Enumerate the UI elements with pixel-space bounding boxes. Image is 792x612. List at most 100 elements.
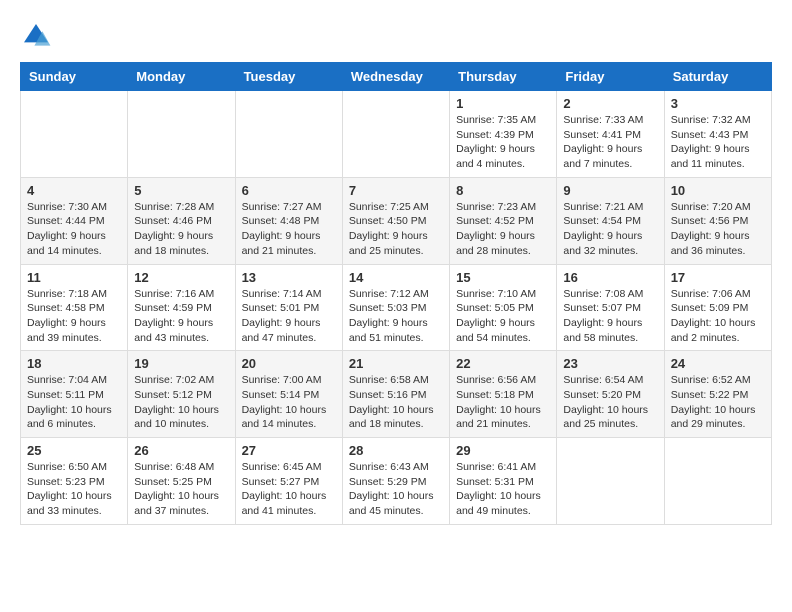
calendar-cell: 4Sunrise: 7:30 AM Sunset: 4:44 PM Daylig… [21, 177, 128, 264]
cell-day-number: 19 [134, 356, 228, 371]
cell-day-number: 23 [563, 356, 657, 371]
header-saturday: Saturday [664, 63, 771, 91]
cell-day-number: 21 [349, 356, 443, 371]
cell-info-text: Sunrise: 7:08 AM Sunset: 5:07 PM Dayligh… [563, 287, 657, 346]
cell-info-text: Sunrise: 7:12 AM Sunset: 5:03 PM Dayligh… [349, 287, 443, 346]
cell-day-number: 5 [134, 183, 228, 198]
cell-day-number: 13 [242, 270, 336, 285]
page-header [20, 20, 772, 52]
calendar-cell: 22 Sunrise: 6:56 AM Sunset: 5:18 PM Dayli… [450, 351, 557, 438]
cell-day-number: 24 [671, 356, 765, 371]
calendar-row-5: 25 Sunrise: 6:50 AM Sunset: 5:23 PM Dayli… [21, 438, 772, 525]
cell-info-text: Sunrise: 6:54 AM Sunset: 5:20 PM Dayligh… [563, 373, 657, 432]
cell-info-text: Sunrise: 6:50 AM Sunset: 5:23 PM Dayligh… [27, 460, 121, 519]
logo [20, 20, 56, 52]
cell-info-text: Sunrise: 7:06 AM Sunset: 5:09 PM Dayligh… [671, 287, 765, 346]
header-friday: Friday [557, 63, 664, 91]
calendar-cell: 25 Sunrise: 6:50 AM Sunset: 5:23 PM Dayli… [21, 438, 128, 525]
cell-info-text: Sunrise: 7:35 AM Sunset: 4:39 PM Dayligh… [456, 113, 550, 172]
cell-info-text: Sunrise: 7:02 AM Sunset: 5:12 PM Dayligh… [134, 373, 228, 432]
calendar-cell: 21 Sunrise: 6:58 AM Sunset: 5:16 PM Dayli… [342, 351, 449, 438]
cell-day-number: 28 [349, 443, 443, 458]
cell-day-number: 15 [456, 270, 550, 285]
cell-day-number: 2 [563, 96, 657, 111]
calendar-cell: 28 Sunrise: 6:43 AM Sunset: 5:29 PM Dayli… [342, 438, 449, 525]
cell-info-text: Sunrise: 7:23 AM Sunset: 4:52 PM Dayligh… [456, 200, 550, 259]
cell-info-text: Sunrise: 7:14 AM Sunset: 5:01 PM Dayligh… [242, 287, 336, 346]
cell-info-text: Sunrise: 7:25 AM Sunset: 4:50 PM Dayligh… [349, 200, 443, 259]
cell-day-number: 17 [671, 270, 765, 285]
calendar-cell: 14 Sunrise: 7:12 AM Sunset: 5:03 PM Dayli… [342, 264, 449, 351]
cell-day-number: 25 [27, 443, 121, 458]
calendar-row-3: 11 Sunrise: 7:18 AM Sunset: 4:58 PM Dayli… [21, 264, 772, 351]
cell-info-text: Sunrise: 6:41 AM Sunset: 5:31 PM Dayligh… [456, 460, 550, 519]
cell-day-number: 4 [27, 183, 121, 198]
header-monday: Monday [128, 63, 235, 91]
calendar-cell: 10Sunrise: 7:20 AM Sunset: 4:56 PM Dayli… [664, 177, 771, 264]
cell-day-number: 1 [456, 96, 550, 111]
cell-info-text: Sunrise: 7:10 AM Sunset: 5:05 PM Dayligh… [456, 287, 550, 346]
cell-day-number: 26 [134, 443, 228, 458]
calendar-cell [21, 91, 128, 178]
calendar-cell: 26 Sunrise: 6:48 AM Sunset: 5:25 PM Dayli… [128, 438, 235, 525]
cell-day-number: 29 [456, 443, 550, 458]
calendar-cell: 12 Sunrise: 7:16 AM Sunset: 4:59 PM Dayli… [128, 264, 235, 351]
calendar-row-4: 18 Sunrise: 7:04 AM Sunset: 5:11 PM Dayli… [21, 351, 772, 438]
cell-info-text: Sunrise: 7:32 AM Sunset: 4:43 PM Dayligh… [671, 113, 765, 172]
calendar-cell: 6 Sunrise: 7:27 AM Sunset: 4:48 PM Daylig… [235, 177, 342, 264]
cell-info-text: Sunrise: 6:43 AM Sunset: 5:29 PM Dayligh… [349, 460, 443, 519]
calendar-cell: 1 Sunrise: 7:35 AM Sunset: 4:39 PM Daylig… [450, 91, 557, 178]
calendar-cell: 16Sunrise: 7:08 AM Sunset: 5:07 PM Dayli… [557, 264, 664, 351]
logo-icon [20, 20, 52, 52]
cell-info-text: Sunrise: 7:33 AM Sunset: 4:41 PM Dayligh… [563, 113, 657, 172]
cell-info-text: Sunrise: 6:56 AM Sunset: 5:18 PM Dayligh… [456, 373, 550, 432]
calendar-cell: 17 Sunrise: 7:06 AM Sunset: 5:09 PM Dayli… [664, 264, 771, 351]
cell-info-text: Sunrise: 7:04 AM Sunset: 5:11 PM Dayligh… [27, 373, 121, 432]
cell-info-text: Sunrise: 7:28 AM Sunset: 4:46 PM Dayligh… [134, 200, 228, 259]
cell-day-number: 6 [242, 183, 336, 198]
calendar-cell: 20 Sunrise: 7:00 AM Sunset: 5:14 PM Dayli… [235, 351, 342, 438]
cell-info-text: Sunrise: 7:21 AM Sunset: 4:54 PM Dayligh… [563, 200, 657, 259]
cell-day-number: 3 [671, 96, 765, 111]
calendar-cell: 23 Sunrise: 6:54 AM Sunset: 5:20 PM Dayli… [557, 351, 664, 438]
calendar-cell: 8 Sunrise: 7:23 AM Sunset: 4:52 PM Daylig… [450, 177, 557, 264]
calendar-cell: 7 Sunrise: 7:25 AM Sunset: 4:50 PM Daylig… [342, 177, 449, 264]
cell-day-number: 18 [27, 356, 121, 371]
calendar-cell: 27 Sunrise: 6:45 AM Sunset: 5:27 PM Dayli… [235, 438, 342, 525]
cell-info-text: Sunrise: 6:58 AM Sunset: 5:16 PM Dayligh… [349, 373, 443, 432]
calendar-cell: 3 Sunrise: 7:32 AM Sunset: 4:43 PM Daylig… [664, 91, 771, 178]
header-tuesday: Tuesday [235, 63, 342, 91]
cell-info-text: Sunrise: 7:00 AM Sunset: 5:14 PM Dayligh… [242, 373, 336, 432]
calendar-cell [664, 438, 771, 525]
cell-info-text: Sunrise: 7:18 AM Sunset: 4:58 PM Dayligh… [27, 287, 121, 346]
calendar-cell: 24 Sunrise: 6:52 AM Sunset: 5:22 PM Dayli… [664, 351, 771, 438]
cell-day-number: 7 [349, 183, 443, 198]
cell-day-number: 20 [242, 356, 336, 371]
calendar-cell: 5 Sunrise: 7:28 AM Sunset: 4:46 PM Daylig… [128, 177, 235, 264]
cell-day-number: 27 [242, 443, 336, 458]
cell-info-text: Sunrise: 6:48 AM Sunset: 5:25 PM Dayligh… [134, 460, 228, 519]
calendar-cell: 29 Sunrise: 6:41 AM Sunset: 5:31 PM Dayli… [450, 438, 557, 525]
calendar-cell: 9Sunrise: 7:21 AM Sunset: 4:54 PM Daylig… [557, 177, 664, 264]
calendar-cell: 2 Sunrise: 7:33 AM Sunset: 4:41 PM Daylig… [557, 91, 664, 178]
cell-day-number: 22 [456, 356, 550, 371]
calendar-cell [235, 91, 342, 178]
calendar-cell: 19 Sunrise: 7:02 AM Sunset: 5:12 PM Dayli… [128, 351, 235, 438]
calendar-row-2: 4Sunrise: 7:30 AM Sunset: 4:44 PM Daylig… [21, 177, 772, 264]
cell-day-number: 8 [456, 183, 550, 198]
header-wednesday: Wednesday [342, 63, 449, 91]
calendar-cell: 18 Sunrise: 7:04 AM Sunset: 5:11 PM Dayli… [21, 351, 128, 438]
calendar-table: SundayMondayTuesdayWednesdayThursdayFrid… [20, 62, 772, 525]
calendar-header-row: SundayMondayTuesdayWednesdayThursdayFrid… [21, 63, 772, 91]
cell-info-text: Sunrise: 6:45 AM Sunset: 5:27 PM Dayligh… [242, 460, 336, 519]
cell-day-number: 12 [134, 270, 228, 285]
cell-info-text: Sunrise: 6:52 AM Sunset: 5:22 PM Dayligh… [671, 373, 765, 432]
calendar-cell: 13 Sunrise: 7:14 AM Sunset: 5:01 PM Dayli… [235, 264, 342, 351]
calendar-cell: 11 Sunrise: 7:18 AM Sunset: 4:58 PM Dayli… [21, 264, 128, 351]
cell-info-text: Sunrise: 7:27 AM Sunset: 4:48 PM Dayligh… [242, 200, 336, 259]
cell-info-text: Sunrise: 7:16 AM Sunset: 4:59 PM Dayligh… [134, 287, 228, 346]
cell-day-number: 14 [349, 270, 443, 285]
cell-day-number: 11 [27, 270, 121, 285]
header-thursday: Thursday [450, 63, 557, 91]
calendar-cell: 15 Sunrise: 7:10 AM Sunset: 5:05 PM Dayli… [450, 264, 557, 351]
